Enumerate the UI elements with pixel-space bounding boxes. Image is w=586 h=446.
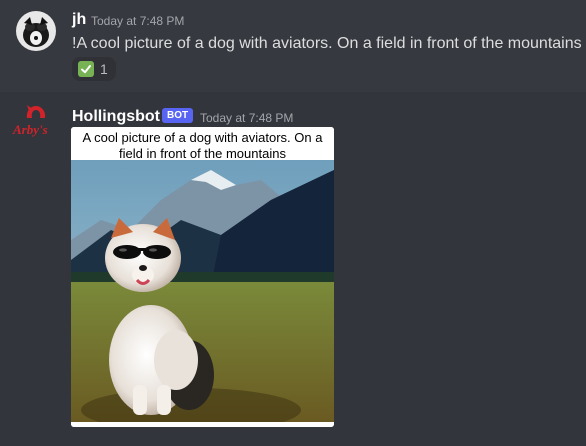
username-jh[interactable]: jh (72, 11, 86, 29)
message-timestamp: Today at 7:48 PM (91, 14, 185, 28)
message-text: !A cool picture of a dog with aviators. … (72, 35, 582, 52)
reaction-white-check-mark[interactable]: 1 (72, 57, 116, 81)
chat-channel: jh Today at 7:48 PM !A cool picture of a… (0, 0, 586, 446)
message-hollingsbot[interactable]: Arby's Hollingsbot 2 BOT Today at 7:48 P… (0, 92, 586, 446)
username-hollingsbot[interactable]: Hollingsbot 2 (72, 108, 173, 126)
reaction-count: 1 (100, 61, 108, 77)
message-timestamp: Today at 7:48 PM (200, 111, 294, 125)
dog-mountain-image (71, 160, 334, 422)
bot-tag: BOT (162, 108, 194, 123)
image-caption: A cool picture of a dog with aviators. O… (71, 127, 334, 163)
image-attachment[interactable]: A cool picture of a dog with aviators. O… (71, 127, 334, 427)
message-jh[interactable]: jh Today at 7:48 PM !A cool picture of a… (0, 0, 586, 92)
white-check-mark-icon (78, 61, 94, 77)
avatar-hollingsbot[interactable]: Arby's (13, 102, 56, 142)
arbys-logo-text: Arby's (13, 122, 48, 137)
image-bottom-border (71, 422, 334, 427)
avatar-jh[interactable] (16, 11, 56, 51)
